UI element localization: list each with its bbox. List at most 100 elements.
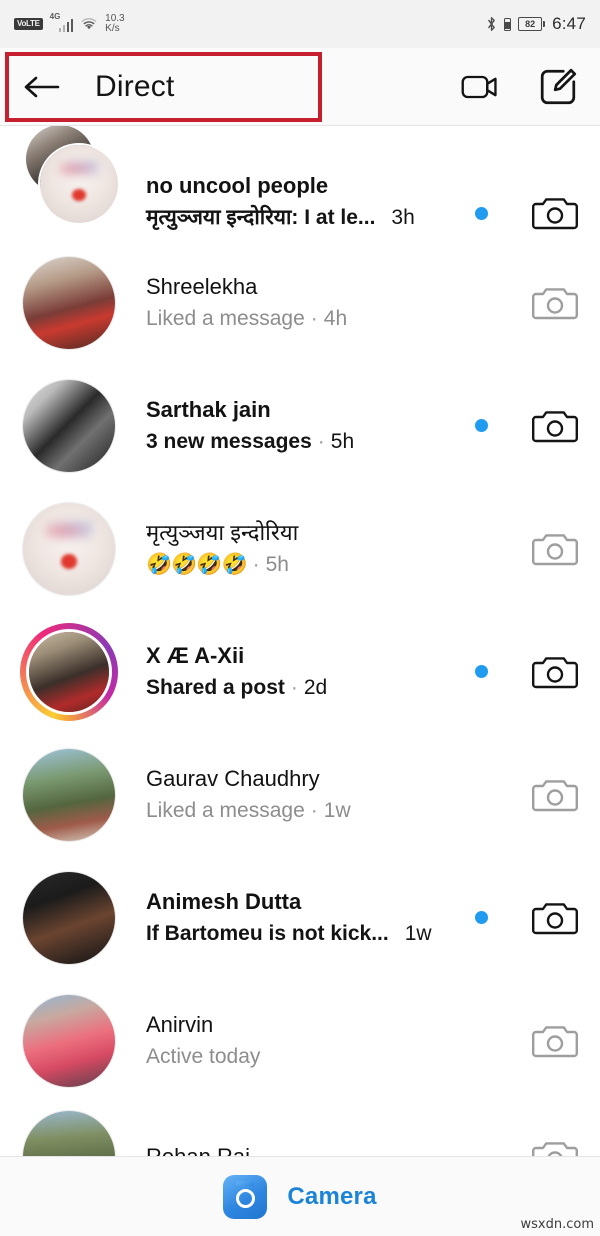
row-actions [446, 406, 578, 446]
camera-label: Camera [287, 1182, 377, 1210]
direct-header: Direct [0, 48, 600, 126]
separator-dot: · [310, 306, 318, 330]
status-bar-left: VoLTE 4G 10.3 K/s [14, 12, 125, 34]
story-ring[interactable] [20, 622, 118, 721]
camera-icon[interactable] [532, 529, 578, 569]
avatar[interactable] [20, 500, 118, 598]
row-actions [446, 652, 578, 692]
separator-dot: · [317, 429, 325, 453]
status-bar: VoLTE 4G 10.3 K/s 82 6:47 [0, 0, 600, 48]
header-actions [460, 67, 578, 107]
watermark: wsxdn.com [520, 1217, 595, 1232]
network-speed-unit: K/s [105, 23, 120, 34]
group-avatar[interactable] [20, 126, 120, 233]
conversation-row[interactable]: Gaurav Chaudhry Liked a message · 1w [0, 733, 600, 856]
conversation-time: 3h [391, 206, 415, 229]
conversation-preview: Shared a post [146, 675, 285, 699]
camera-icon[interactable] [532, 283, 578, 323]
conversation-text: Anirvin Active today [146, 1010, 446, 1072]
separator-dot: · [252, 552, 260, 576]
instagram-direct-screen: VoLTE 4G 10.3 K/s 82 6:47 Direct no unco… [0, 0, 600, 1236]
camera-icon[interactable] [532, 898, 578, 938]
bluetooth-icon [488, 17, 495, 31]
row-actions [446, 283, 578, 323]
row-actions [446, 1021, 578, 1061]
conversation-time: 5h [265, 552, 289, 576]
battery-icon: 82 [518, 17, 546, 31]
conversation-name: Animesh Dutta [146, 888, 302, 914]
conversation-text: Animesh Dutta If Bartomeu is not kick...… [146, 887, 446, 949]
conversation-row[interactable]: Rohan Raj [0, 1102, 600, 1156]
conversation-name: मृत्युञ्जया इन्दोरिया [146, 519, 299, 545]
row-actions [446, 775, 578, 815]
conversation-row[interactable]: Anirvin Active today [0, 979, 600, 1102]
signal-bars-icon: 4G [49, 12, 74, 32]
camera-icon[interactable] [532, 406, 578, 446]
conversation-row[interactable]: Shreelekha Liked a message · 4h [0, 241, 600, 364]
avatar[interactable] [20, 254, 118, 352]
bottom-camera-bar[interactable]: Camera [0, 1156, 600, 1236]
avatar[interactable] [20, 869, 118, 967]
conversation-name: X Æ A-Xii [146, 642, 245, 668]
video-camera-icon[interactable] [460, 67, 500, 107]
status-bar-right: 82 6:47 [486, 14, 586, 34]
conversation-preview: मृत्युञ्जया इन्दोरिया: I at le... [146, 206, 376, 229]
conversation-preview: If Bartomeu is not kick... [146, 921, 389, 945]
conversation-row[interactable]: मृत्युञ्जया इन्दोरिया 🤣🤣🤣🤣 · 5h [0, 487, 600, 610]
separator-dot: · [290, 675, 298, 699]
conversation-time: 5h [330, 429, 355, 453]
conversation-list[interactable]: no uncool people मृत्युञ्जया इन्दोरिया: … [0, 126, 600, 1156]
unread-dot [475, 206, 488, 220]
conversation-text: Rohan Raj [146, 1142, 446, 1156]
conversation-time: 1w [323, 798, 351, 822]
conversation-preview: Active today [146, 1044, 261, 1068]
camera-icon[interactable] [532, 652, 578, 692]
conversation-text: Gaurav Chaudhry Liked a message · 1w [146, 764, 446, 826]
conversation-text: no uncool people मृत्युञ्जया इन्दोरिया: … [146, 171, 446, 233]
status-bar-clock: 6:47 [552, 14, 586, 33]
conversation-text: Shreelekha Liked a message · 4h [146, 272, 446, 334]
conversation-time: 4h [323, 306, 348, 330]
vibrate-icon [504, 17, 512, 31]
volte-badge: VoLTE [14, 18, 43, 30]
row-actions [446, 529, 578, 569]
avatar[interactable] [20, 746, 118, 844]
battery-level-label: 82 [518, 17, 543, 31]
avatar-with-story-ring[interactable] [20, 622, 118, 721]
compose-pencil-icon[interactable] [538, 67, 578, 107]
conversation-text: मृत्युञ्जया इन्दोरिया 🤣🤣🤣🤣 · 5h [146, 518, 446, 580]
conversation-row[interactable]: no uncool people मृत्युञ्जया इन्दोरिया: … [0, 126, 600, 241]
avatar[interactable] [20, 1108, 118, 1156]
conversation-time: 1w [404, 921, 432, 945]
conversation-preview: Liked a message [146, 306, 305, 330]
conversation-text: X Æ A-Xii Shared a post · 2d [146, 641, 446, 703]
conversation-name: no uncool people [146, 173, 329, 198]
row-actions [446, 1137, 578, 1156]
conversation-text: Sarthak jain 3 new messages · 5h [146, 395, 446, 457]
conversation-name: Rohan Raj [146, 1142, 446, 1156]
conversation-time: 2d [303, 675, 328, 699]
camera-tile-icon[interactable] [223, 1174, 268, 1219]
camera-icon[interactable] [532, 1021, 578, 1061]
camera-icon[interactable] [532, 1137, 578, 1156]
conversation-row[interactable]: Animesh Dutta If Bartomeu is not kick...… [0, 856, 600, 979]
row-actions [446, 898, 578, 938]
camera-icon[interactable] [532, 775, 578, 815]
network-type-label: 4G [49, 12, 61, 21]
unread-dot [475, 911, 488, 924]
avatar[interactable] [20, 377, 118, 475]
back-arrow-icon[interactable] [22, 73, 62, 101]
camera-icon[interactable] [532, 193, 578, 233]
conversation-preview: 🤣🤣🤣🤣 [146, 552, 248, 576]
conversation-row[interactable]: X Æ A-Xii Shared a post · 2d [0, 610, 600, 733]
page-title: Direct [95, 69, 175, 103]
conversation-name: Sarthak jain [146, 396, 271, 422]
wifi-icon [81, 18, 97, 30]
conversation-row[interactable]: Sarthak jain 3 new messages · 5h [0, 364, 600, 487]
conversation-preview: Liked a message [146, 798, 305, 822]
network-speed: 10.3 K/s [105, 14, 124, 34]
row-actions [446, 193, 578, 233]
avatar[interactable] [20, 992, 118, 1090]
separator-dot: · [310, 798, 318, 822]
unread-dot [475, 665, 488, 678]
